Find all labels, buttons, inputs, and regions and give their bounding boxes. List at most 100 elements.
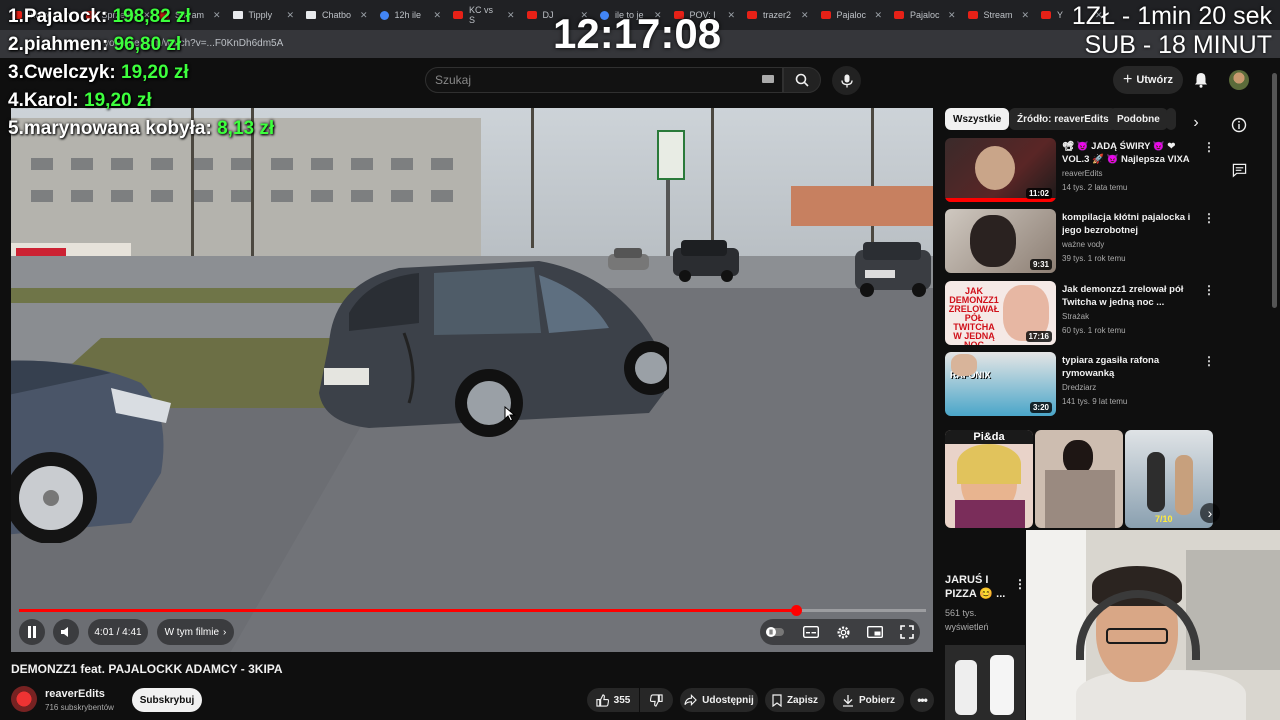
recommendation-item[interactable]: 11:02 📽 😈 JADĄ ŚWIRY 😈 ❤ VOL.3 🚀 😈 Najle… bbox=[945, 138, 1215, 204]
distant-car bbox=[673, 240, 739, 282]
close-tab-icon[interactable]: ✕ bbox=[948, 10, 958, 21]
more-vertical-icon[interactable]: ⋮ bbox=[1203, 283, 1215, 297]
save-label: Zapisz bbox=[786, 694, 819, 706]
more-actions-button[interactable]: ••• bbox=[910, 688, 934, 712]
chat-icon bbox=[1232, 163, 1246, 177]
more-horizontal-icon: ••• bbox=[917, 693, 928, 707]
close-tab-icon[interactable]: ✕ bbox=[433, 10, 443, 21]
more-vertical-icon[interactable]: ⋮ bbox=[1014, 577, 1026, 591]
close-tab-icon[interactable]: ✕ bbox=[801, 10, 811, 21]
mouse-cursor-icon bbox=[504, 406, 516, 422]
scrollbar[interactable] bbox=[1272, 73, 1277, 308]
recommendation-item[interactable]: RAFONIX 3:20 typiara zgasiła rafona rymo… bbox=[945, 352, 1215, 418]
close-tab-icon[interactable]: ✕ bbox=[727, 10, 737, 21]
recommendation-title[interactable]: 📽 😈 JADĄ ŚWIRY 😈 ❤ VOL.3 🚀 😈 Najlepsza V… bbox=[1062, 140, 1192, 167]
tab-label: Pajaloc bbox=[836, 10, 867, 20]
pause-button[interactable] bbox=[19, 619, 45, 645]
channel-avatar[interactable] bbox=[11, 686, 37, 712]
subscribe-button[interactable]: Subskrybuj bbox=[132, 688, 202, 712]
close-tab-icon[interactable]: ✕ bbox=[874, 10, 884, 21]
recommendation-title[interactable]: kompilacja kłótni pajalocka i jego bezro… bbox=[1062, 211, 1192, 238]
short-thumbnail[interactable] bbox=[945, 645, 1025, 720]
close-tab-icon[interactable]: ✕ bbox=[286, 10, 296, 21]
download-button[interactable]: Pobierz bbox=[833, 688, 904, 712]
tab-label: DJ bbox=[542, 10, 554, 20]
video-thumbnail[interactable]: JAK DEMONZZ1 ZRELOWAŁ PÓŁ TWITCHA W JEDN… bbox=[945, 281, 1056, 345]
recommendation-channel[interactable]: reaverEdits bbox=[1062, 169, 1102, 178]
progress-scrubber[interactable] bbox=[791, 605, 802, 616]
chip-related[interactable]: Podobne bbox=[1109, 108, 1168, 130]
more-vertical-icon[interactable]: ⋮ bbox=[1203, 211, 1215, 225]
donation-amount: 96,80 zł bbox=[113, 34, 182, 55]
autoplay-toggle[interactable] bbox=[766, 623, 784, 641]
recommendation-title[interactable]: typiara zgasiła rafona rymowanką bbox=[1062, 354, 1192, 380]
recommendation-channel[interactable]: Strażak bbox=[1062, 312, 1089, 321]
bridge bbox=[791, 186, 933, 226]
recommendation-item[interactable]: JAK DEMONZZ1 ZRELOWAŁ PÓŁ TWITCHA W JEDN… bbox=[945, 281, 1215, 347]
more-vertical-icon[interactable]: ⋮ bbox=[1203, 354, 1215, 368]
chip-all[interactable]: Wszystkie bbox=[945, 108, 1010, 130]
parked-car-seat bbox=[319, 261, 669, 437]
search-button[interactable] bbox=[783, 67, 821, 93]
save-button[interactable]: Zapisz bbox=[765, 688, 825, 712]
donation-row: 1.Pajalock: 198,82 zł bbox=[8, 6, 274, 34]
youtube-icon bbox=[1041, 11, 1051, 19]
duration-badge: 3:20 bbox=[1029, 402, 1052, 413]
video-thumbnail[interactable]: 11:02 bbox=[945, 138, 1056, 202]
video-thumbnail[interactable]: 9:31 bbox=[945, 209, 1056, 273]
recommendation-item[interactable]: 9:31 kompilacja kłótni pajalocka i jego … bbox=[945, 209, 1215, 275]
keyboard-icon[interactable] bbox=[762, 75, 774, 83]
tree bbox=[871, 108, 874, 248]
chat-button[interactable] bbox=[1230, 161, 1248, 179]
shorts-next-button[interactable]: › bbox=[1200, 503, 1220, 523]
browser-tab[interactable]: trazer2 ✕ bbox=[741, 4, 811, 26]
recommendation-channel[interactable]: ważne vody bbox=[1062, 240, 1104, 249]
like-button[interactable]: 355 bbox=[587, 688, 639, 712]
chapters-button[interactable]: W tym filmie › bbox=[157, 619, 234, 645]
thumbnail-text: JAK DEMONZZ1 ZRELOWAŁ PÓŁ TWITCHA W JEDN… bbox=[948, 286, 1000, 346]
voice-search-button[interactable] bbox=[832, 66, 861, 95]
chip-source[interactable]: Źródło: reaverEdits bbox=[1009, 108, 1117, 130]
profile-avatar[interactable] bbox=[1229, 70, 1249, 90]
video-player[interactable] bbox=[11, 108, 933, 652]
recommendation-meta: 14 tys. 2 lata temu bbox=[1062, 183, 1128, 192]
chips-next-button[interactable]: › bbox=[1187, 114, 1205, 132]
browser-tab[interactable]: Chatbo ✕ bbox=[300, 4, 370, 26]
search-input[interactable]: Szukaj bbox=[425, 67, 783, 93]
close-tab-icon[interactable]: ✕ bbox=[507, 10, 517, 21]
donation-amount: 198,82 zł bbox=[112, 6, 191, 27]
notifications-button[interactable] bbox=[1191, 70, 1211, 90]
miniplayer-button[interactable] bbox=[866, 623, 884, 641]
browser-tab[interactable]: Pajaloc ✕ bbox=[815, 4, 885, 26]
chip-more[interactable] bbox=[1166, 108, 1176, 130]
youtube-icon bbox=[820, 11, 831, 19]
duration-badge: 9:31 bbox=[1029, 259, 1052, 270]
fullscreen-button[interactable] bbox=[898, 623, 916, 641]
youtube-icon bbox=[453, 11, 463, 19]
like-count: 355 bbox=[613, 694, 631, 706]
video-thumbnail[interactable]: RAFONIX 3:20 bbox=[945, 352, 1056, 416]
browser-tab[interactable]: Stream ✕ bbox=[962, 4, 1032, 26]
create-label: Utwórz bbox=[1136, 74, 1173, 86]
volume-button[interactable] bbox=[53, 619, 79, 645]
close-tab-icon[interactable]: ✕ bbox=[1021, 10, 1031, 21]
dislike-button[interactable] bbox=[640, 688, 673, 712]
more-vertical-icon[interactable]: ⋮ bbox=[1203, 140, 1215, 154]
webcam-overlay bbox=[1026, 530, 1280, 720]
browser-tab[interactable]: 12h ile ✕ bbox=[374, 4, 444, 26]
info-icon bbox=[1231, 117, 1247, 133]
subtitles-button[interactable] bbox=[802, 623, 820, 641]
recommendation-title[interactable]: Jak demonzz1 zrelował pół Twitcha w jedn… bbox=[1062, 283, 1192, 309]
browser-tab[interactable]: Pajaloc ✕ bbox=[888, 4, 958, 26]
create-button[interactable]: + Utwórz bbox=[1113, 66, 1183, 94]
short-thumbnail[interactable]: Pi&da bbox=[945, 430, 1033, 528]
channel-name[interactable]: reaverEdits bbox=[45, 688, 105, 700]
browser-tab[interactable]: KC vs S ✕ bbox=[447, 4, 517, 26]
close-tab-icon[interactable]: ✕ bbox=[360, 10, 370, 21]
share-button[interactable]: Udostępnij bbox=[680, 688, 758, 712]
short-title[interactable]: JARUŚ I PIZZA 😊 ... bbox=[945, 573, 1015, 601]
recommendation-channel[interactable]: Dredziarz bbox=[1062, 383, 1096, 392]
short-thumbnail[interactable] bbox=[1035, 430, 1123, 528]
info-button[interactable] bbox=[1230, 116, 1248, 134]
settings-button[interactable] bbox=[834, 623, 852, 641]
